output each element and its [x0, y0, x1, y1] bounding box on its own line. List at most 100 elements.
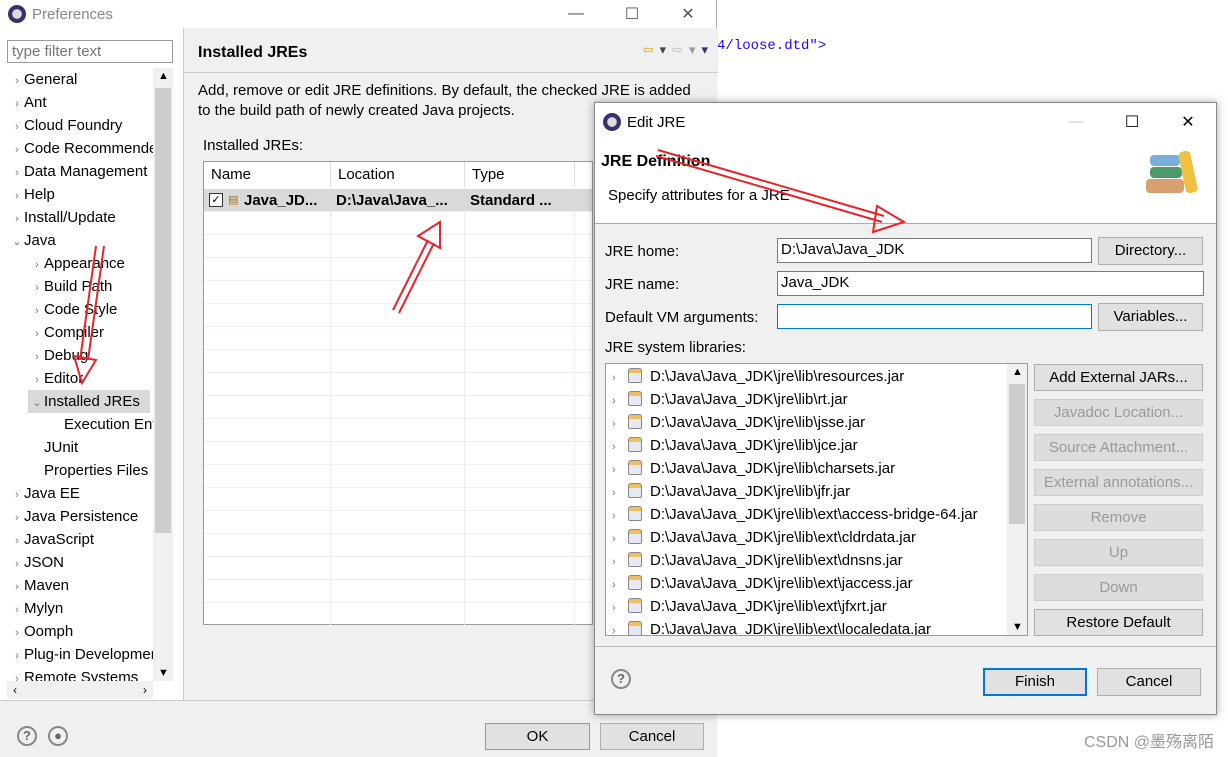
chevron-right-icon[interactable]: › — [10, 622, 24, 645]
chevron-right-icon[interactable]: › — [10, 93, 24, 116]
filter-input[interactable] — [7, 40, 173, 63]
tree-item[interactable]: › Help — [0, 183, 153, 206]
jre-checkbox[interactable]: ✓ — [209, 193, 223, 207]
tree-item[interactable]: Properties Files Editor — [0, 459, 153, 482]
jre-home-input[interactable]: D:\Java\Java_JDK — [777, 238, 1092, 263]
libraries-scrollbar[interactable]: ▲ ▼ — [1007, 364, 1027, 635]
chevron-right-icon[interactable]: › — [612, 528, 628, 551]
tree-item[interactable]: › Java Persistence — [0, 505, 153, 528]
tree-item[interactable]: › Oomph — [0, 620, 153, 643]
vm-args-input[interactable] — [777, 304, 1092, 329]
close-button[interactable]: ✕ — [1160, 108, 1216, 136]
finish-button[interactable]: Finish — [983, 668, 1087, 696]
column-header-type[interactable]: Type — [465, 162, 575, 187]
tree-item[interactable]: ⌄ Installed JREs — [28, 390, 150, 413]
library-item[interactable]: › D:\Java\Java_JDK\jre\lib\jce.jar — [606, 434, 1027, 457]
chevron-down-icon[interactable]: ⌄ — [10, 231, 24, 254]
help-icon[interactable]: ? — [611, 669, 631, 689]
tree-item[interactable]: › Code Style — [0, 298, 153, 321]
restore-default-button[interactable]: Restore Default — [1034, 609, 1203, 636]
library-item[interactable]: › D:\Java\Java_JDK\jre\lib\ext\jaccess.ja… — [606, 572, 1027, 595]
forward-icon[interactable]: ⇨ — [672, 42, 683, 58]
chevron-right-icon[interactable]: › — [10, 208, 24, 231]
chevron-right-icon[interactable]: › — [30, 369, 44, 392]
library-item[interactable]: › D:\Java\Java_JDK\jre\lib\ext\jfxrt.jar — [606, 595, 1027, 618]
back-menu-icon[interactable]: ▾ — [660, 42, 667, 58]
cancel-button[interactable]: Cancel — [1097, 668, 1201, 696]
chevron-right-icon[interactable]: › — [30, 277, 44, 300]
chevron-right-icon[interactable]: › — [30, 254, 44, 277]
chevron-right-icon[interactable]: › — [10, 139, 24, 162]
chevron-right-icon[interactable]: › — [10, 507, 24, 530]
chevron-right-icon[interactable]: › — [612, 597, 628, 620]
tree-scrollbar[interactable]: ▲ ▼ — [153, 68, 173, 681]
variables-button[interactable]: Variables... — [1098, 303, 1203, 331]
chevron-right-icon[interactable]: › — [10, 162, 24, 185]
tree-item[interactable]: › Remote Systems — [0, 666, 153, 681]
chevron-right-icon[interactable]: › — [10, 599, 24, 622]
down-button[interactable]: Down — [1034, 574, 1203, 601]
chevron-right-icon[interactable]: › — [612, 390, 628, 413]
tree-item[interactable]: › Cloud Foundry — [0, 114, 153, 137]
library-item[interactable]: › D:\Java\Java_JDK\jre\lib\ext\dnsns.jar — [606, 549, 1027, 572]
maximize-button[interactable]: ☐ — [1104, 108, 1160, 136]
library-item[interactable]: › D:\Java\Java_JDK\jre\lib\charsets.jar — [606, 457, 1027, 480]
tree-item[interactable]: › JSON — [0, 551, 153, 574]
directory-button[interactable]: Directory... — [1098, 237, 1203, 265]
tree-item[interactable]: › Appearance — [0, 252, 153, 275]
chevron-right-icon[interactable]: › — [30, 323, 44, 346]
chevron-right-icon[interactable]: › — [10, 668, 24, 681]
cancel-button[interactable]: Cancel — [600, 723, 704, 750]
tree-item[interactable]: › Install/Update — [0, 206, 153, 229]
tree-item[interactable]: › Plug-in Development — [0, 643, 153, 666]
chevron-right-icon[interactable]: › — [612, 482, 628, 505]
tree-item[interactable]: › Compiler — [0, 321, 153, 344]
tree-item[interactable]: › Maven — [0, 574, 153, 597]
tree-item[interactable]: ›Code Recommenders — [0, 137, 153, 160]
remove-button[interactable]: Remove — [1034, 504, 1203, 531]
library-item[interactable]: › D:\Java\Java_JDK\jre\lib\ext\cldrdata.j… — [606, 526, 1027, 549]
chevron-right-icon[interactable]: › — [612, 413, 628, 436]
tree-item[interactable]: › General — [0, 68, 153, 91]
chevron-right-icon[interactable]: › — [10, 185, 24, 208]
close-button[interactable]: ✕ — [660, 0, 716, 28]
chevron-right-icon[interactable]: › — [10, 553, 24, 576]
tree-item[interactable]: › Data Management — [0, 160, 153, 183]
add-external-jars-button[interactable]: Add External JARs... — [1034, 364, 1203, 391]
chevron-right-icon[interactable]: › — [612, 574, 628, 597]
tree-item[interactable]: › JavaScript — [0, 528, 153, 551]
column-header-location[interactable]: Location — [331, 162, 465, 187]
tree-item[interactable]: › Mylyn — [0, 597, 153, 620]
chevron-right-icon[interactable]: › — [30, 346, 44, 369]
chevron-right-icon[interactable]: › — [10, 70, 24, 93]
tree-item[interactable]: › Debug — [0, 344, 153, 367]
source-attachment-button[interactable]: Source Attachment... — [1034, 434, 1203, 461]
tree-item[interactable]: ⌄ Java — [0, 229, 153, 252]
chevron-right-icon[interactable]: › — [612, 505, 628, 528]
table-row[interactable]: ✓ ▤ Java_JD... D:\Java\Java_... Standard… — [204, 189, 592, 212]
javadoc-location-button[interactable]: Javadoc Location... — [1034, 399, 1203, 426]
minimize-button[interactable]: — — [548, 0, 604, 28]
tree-item[interactable]: › Editor — [0, 367, 153, 390]
jre-name-input[interactable]: Java_JDK — [777, 271, 1204, 296]
forward-menu-icon[interactable]: ▾ — [689, 42, 696, 58]
back-icon[interactable]: ⇦ — [643, 42, 654, 58]
tree-item[interactable]: JUnit — [0, 436, 153, 459]
maximize-button[interactable]: ☐ — [604, 0, 660, 28]
library-item[interactable]: › D:\Java\Java_JDK\jre\lib\jsse.jar — [606, 411, 1027, 434]
library-item[interactable]: › D:\Java\Java_JDK\jre\lib\resources.jar — [606, 365, 1027, 388]
library-item[interactable]: › D:\Java\Java_JDK\jre\lib\jfr.jar — [606, 480, 1027, 503]
minimize-button[interactable]: — — [1048, 108, 1104, 136]
chevron-right-icon[interactable]: › — [10, 576, 24, 599]
tree-item[interactable]: › Build Path — [0, 275, 153, 298]
external-annotations-button[interactable]: External annotations... — [1034, 469, 1203, 496]
library-item[interactable]: › D:\Java\Java_JDK\jre\lib\rt.jar — [606, 388, 1027, 411]
chevron-right-icon[interactable]: › — [612, 436, 628, 459]
chevron-right-icon[interactable]: › — [10, 645, 24, 668]
import-export-icon[interactable]: ● — [48, 726, 68, 746]
chevron-down-icon[interactable]: ⌄ — [30, 392, 44, 415]
help-icon[interactable]: ? — [17, 726, 37, 746]
column-header-name[interactable]: Name — [204, 162, 331, 187]
up-button[interactable]: Up — [1034, 539, 1203, 566]
ok-button[interactable]: OK — [485, 723, 590, 750]
